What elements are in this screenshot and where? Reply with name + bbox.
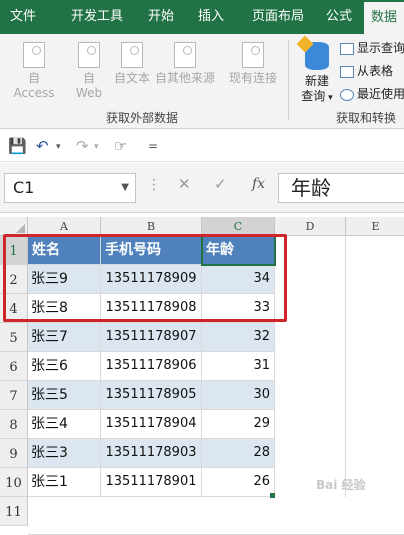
row-header-5[interactable]: 5	[0, 323, 28, 352]
table-cell[interactable]: 13511178905	[101, 381, 202, 410]
database-icon	[305, 42, 329, 70]
other-sources-icon	[174, 42, 196, 68]
formula-input[interactable]: 年龄	[278, 173, 404, 203]
from-web-button[interactable]: 自 Web	[74, 42, 104, 101]
chevron-down-icon[interactable]: ▾	[94, 142, 99, 152]
from-table-label: 从表格	[357, 64, 394, 78]
tab-page-layout[interactable]: 页面布局	[240, 0, 316, 34]
formula-bar: C1 ▼ ⋮ ✕ ✓ fx 年龄	[0, 163, 404, 213]
table-cell[interactable]: 张三6	[28, 352, 101, 381]
name-box[interactable]: C1 ▼	[4, 173, 136, 203]
table-cell[interactable]: 13511178901	[101, 468, 202, 497]
empty-column-e[interactable]	[346, 236, 404, 497]
table-cell[interactable]: 张三5	[28, 381, 101, 410]
tab-data[interactable]: 数据	[364, 2, 404, 34]
recent-sources-label: 最近使用	[357, 87, 404, 101]
table-cell[interactable]: 29	[202, 410, 275, 439]
customize-toolbar-icon[interactable]: =	[148, 139, 158, 153]
web-icon	[78, 42, 100, 68]
group-label-external-data: 获取外部数据	[106, 111, 179, 125]
ribbon-tab-bar: 文件 开发工具 开始 插入 页面布局 公式 数据	[0, 0, 404, 34]
table-cell[interactable]: 13511178903	[101, 439, 202, 468]
show-queries-button[interactable]: 显示查询	[340, 39, 404, 57]
table-cell[interactable]: 13511178907	[101, 323, 202, 352]
enter-icon[interactable]: ✓	[214, 175, 227, 193]
column-header-e[interactable]: E	[346, 217, 404, 236]
existing-connections-button[interactable]: 现有连接	[226, 42, 280, 86]
from-web-label-2: Web	[75, 86, 103, 100]
from-access-button[interactable]: 自 Access	[6, 42, 62, 101]
from-other-sources-button[interactable]: 自其他来源	[152, 42, 218, 86]
row-header-6[interactable]: 6	[0, 352, 28, 381]
name-box-value: C1	[13, 178, 35, 197]
table-cell[interactable]: 张三4	[28, 410, 101, 439]
new-query-label-2: 查询	[301, 89, 326, 103]
row-header-9[interactable]: 9	[0, 439, 28, 468]
from-text-button[interactable]: 自文本	[112, 42, 152, 86]
table-cell[interactable]: 13511178904	[101, 410, 202, 439]
row-header-10[interactable]: 10	[0, 468, 28, 497]
from-text-label: 自文本	[113, 71, 150, 85]
new-query-button[interactable]: 新建 查询 ▾	[297, 42, 337, 106]
tab-developer[interactable]: 开发工具	[58, 0, 136, 34]
new-query-label-1: 新建	[304, 74, 329, 88]
tab-insert[interactable]: 插入	[188, 0, 234, 34]
table-cell[interactable]: 31	[202, 352, 275, 381]
table-cell[interactable]: 张三3	[28, 439, 101, 468]
empty-row-11[interactable]	[28, 497, 404, 535]
chevron-down-icon[interactable]: ▼	[121, 174, 129, 202]
table-cell[interactable]: 26	[202, 468, 275, 497]
cancel-icon[interactable]: ✕	[178, 175, 191, 193]
formula-bar-grip-icon: ⋮	[147, 177, 161, 193]
from-table-button[interactable]: 从表格	[340, 62, 393, 80]
redo-icon[interactable]: ↷	[76, 137, 89, 155]
table-cell[interactable]: 32	[202, 323, 275, 352]
existing-connection-icon	[242, 42, 264, 68]
row-header-7[interactable]: 7	[0, 381, 28, 410]
table-cell[interactable]: 张三7	[28, 323, 101, 352]
grid-icon	[340, 65, 354, 78]
tab-file[interactable]: 文件	[0, 0, 46, 34]
chevron-down-icon[interactable]: ▾	[56, 142, 61, 152]
table-cell[interactable]: 28	[202, 439, 275, 468]
access-icon	[23, 42, 45, 68]
ribbon-data-panel: 自 Access 自 Web 自文本 自其他来源 现有连接 获取外部数据 新建 …	[0, 34, 404, 129]
group-separator	[288, 40, 289, 120]
table-icon	[340, 42, 354, 55]
from-web-label-1: 自	[82, 71, 95, 85]
table-resize-handle[interactable]	[270, 493, 275, 498]
quick-access-toolbar: 💾 ↶ ▾ ↷ ▾ ☞ =	[0, 130, 404, 162]
text-file-icon	[121, 42, 143, 68]
insert-function-icon[interactable]: fx	[252, 176, 265, 192]
recent-sources-button[interactable]: 最近使用	[340, 85, 404, 103]
undo-icon[interactable]: ↶	[36, 137, 49, 155]
table-cell[interactable]: 张三1	[28, 468, 101, 497]
group-label-get-transform: 获取和转换	[336, 111, 397, 125]
watermark-logo: Bai 经验	[316, 478, 366, 492]
chevron-down-icon: ▾	[325, 93, 333, 103]
tab-home[interactable]: 开始	[138, 0, 184, 34]
table-cell[interactable]: 30	[202, 381, 275, 410]
row-header-8[interactable]: 8	[0, 410, 28, 439]
row-header-11[interactable]: 11	[0, 497, 28, 526]
touch-mode-icon[interactable]: ☞	[114, 137, 127, 155]
save-icon[interactable]: 💾	[8, 137, 27, 155]
show-queries-label: 显示查询	[357, 41, 404, 55]
tab-formulas[interactable]: 公式	[318, 0, 360, 34]
highlight-box	[3, 234, 287, 322]
clock-icon	[340, 88, 354, 101]
existing-connections-label: 现有连接	[228, 71, 277, 85]
table-cell[interactable]: 13511178906	[101, 352, 202, 381]
from-other-sources-label: 自其他来源	[154, 71, 215, 85]
from-access-label: 自 Access	[13, 71, 55, 100]
